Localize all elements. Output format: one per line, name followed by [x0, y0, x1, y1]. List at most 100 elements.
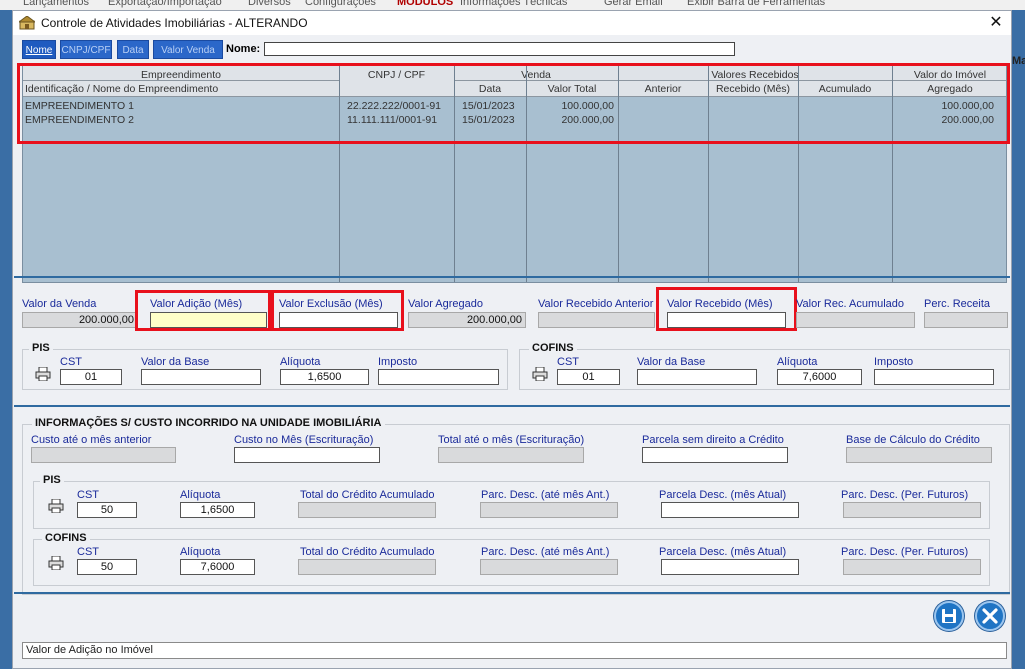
custo-pis-aliquota-label: Alíquota: [180, 489, 221, 501]
custo-cofins-cst-label: CST: [77, 546, 99, 558]
highlight-box-recebido: [656, 287, 797, 331]
custo-pis-parc-fut-label: Parc. Desc. (Per. Futuros): [841, 489, 969, 501]
bg-menu-item: Configurações: [305, 0, 376, 8]
custo-pis-parc-atual-label: Parcela Desc. (mês Atual): [659, 489, 787, 501]
custo-anterior-field[interactable]: [31, 447, 176, 463]
cofins-cst-label: CST: [557, 356, 579, 368]
printer-icon[interactable]: [48, 556, 64, 570]
custo-cofins-parc-ant-field[interactable]: [480, 559, 618, 575]
dialog-window: Controle de Atividades Imobiliárias - AL…: [12, 10, 1012, 669]
highlight-box-exclusao: [271, 290, 404, 331]
title-bar: Controle de Atividades Imobiliárias - AL…: [13, 11, 1011, 35]
custo-pis-total-label: Total do Crédito Acumulado: [300, 489, 435, 501]
custo-pis-parc-atual-field[interactable]: [661, 502, 799, 518]
valor-recebido-anterior-field[interactable]: [538, 312, 655, 328]
label-perc-receita: Perc. Receita: [924, 298, 991, 310]
pis-imposto-field[interactable]: [378, 369, 499, 385]
custo-cofins-aliquota-field[interactable]: [180, 559, 255, 575]
custo-cofins-parc-fut-label: Parc. Desc. (Per. Futuros): [841, 546, 969, 558]
pis-base-field[interactable]: [141, 369, 261, 385]
pis-base-label: Valor da Base: [141, 356, 210, 368]
base-calculo-field[interactable]: [846, 447, 992, 463]
background-menu-bar: Lançamentos Exportação/Importação Divers…: [0, 0, 1025, 10]
section-separator: [14, 592, 1010, 594]
perc-receita-field[interactable]: [924, 312, 1008, 328]
pis-title: PIS: [29, 342, 53, 354]
printer-icon[interactable]: [532, 367, 548, 381]
cofins-base-field[interactable]: [637, 369, 757, 385]
tab-nome[interactable]: Nome: [22, 40, 56, 59]
label-valor-agregado: Valor Agregado: [408, 298, 484, 310]
tab-data[interactable]: Data: [117, 40, 149, 59]
custo-pis-parc-ant-label: Parc. Desc. (até mês Ant.): [481, 489, 610, 501]
valor-agregado-field[interactable]: [408, 312, 526, 328]
pis-aliquota-field[interactable]: [280, 369, 369, 385]
custo-pis-cst-field[interactable]: [77, 502, 137, 518]
tab-valor-venda[interactable]: Valor Venda: [153, 40, 223, 59]
highlight-box-grid: [17, 63, 1010, 144]
background-fragment: Ma: [1012, 55, 1025, 67]
label-valor-recebido-anterior: Valor Recebido Anterior: [538, 298, 654, 310]
bg-menu-item: Exportação/Importação: [108, 0, 222, 8]
cofins-aliquota-field[interactable]: [777, 369, 862, 385]
floppy-icon: [942, 609, 956, 623]
highlight-box-adicao: [135, 290, 271, 331]
custo-cofins-aliquota-label: Alíquota: [180, 546, 221, 558]
section-separator: [14, 276, 1010, 278]
cofins-aliquota-label: Alíquota: [777, 356, 818, 368]
custo-cofins-total-field[interactable]: [298, 559, 436, 575]
section-separator: [14, 405, 1010, 407]
search-label: Nome:: [226, 43, 261, 55]
cancel-button[interactable]: [975, 601, 1005, 631]
bg-menu-item: Exibir Barra de Ferramentas: [687, 0, 826, 8]
custo-pis-parc-ant-field[interactable]: [480, 502, 618, 518]
screen: Lançamentos Exportação/Importação Divers…: [0, 0, 1025, 669]
valor-rec-acumulado-field[interactable]: [796, 312, 915, 328]
tab-cnpj-cpf[interactable]: CNPJ/CPF: [60, 40, 112, 59]
cofins-title: COFINS: [529, 342, 577, 354]
total-mes-label: Total até o mês (Escrituração): [438, 434, 585, 446]
custo-pis-cst-label: CST: [77, 489, 99, 501]
custo-cofins-parc-atual-label: Parcela Desc. (mês Atual): [659, 546, 787, 558]
save-button[interactable]: [934, 601, 964, 631]
label-valor-rec-acumulado: Valor Rec. Acumulado: [796, 298, 905, 310]
bg-menu-item: MÓDULOS: [397, 0, 454, 8]
search-input[interactable]: [264, 42, 735, 56]
custo-mes-field[interactable]: [234, 447, 380, 463]
base-calculo-label: Base de Cálculo do Crédito: [846, 434, 980, 446]
cofins-imposto-label: Imposto: [874, 356, 914, 368]
custo-cofins-parc-ant-label: Parc. Desc. (até mês Ant.): [481, 546, 610, 558]
bg-menu-item: Diversos: [248, 0, 291, 8]
window-title: Controle de Atividades Imobiliárias - AL…: [41, 16, 308, 30]
bg-menu-item: Informações Técnicas: [460, 0, 568, 8]
custo-cofins-parc-atual-field[interactable]: [661, 559, 799, 575]
custo-title: INFORMAÇÕES S/ CUSTO INCORRIDO NA UNIDAD…: [32, 417, 385, 429]
pis-aliquota-label: Alíquota: [280, 356, 321, 368]
custo-pis-title: PIS: [40, 474, 64, 486]
status-bar: Valor de Adição no Imóvel: [22, 642, 1007, 659]
pis-cst-field[interactable]: [60, 369, 122, 385]
total-mes-field[interactable]: [438, 447, 584, 463]
bg-menu-item: Lançamentos: [23, 0, 90, 8]
custo-cofins-cst-field[interactable]: [77, 559, 137, 575]
bg-menu-item: Gerar Email: [604, 0, 663, 8]
pis-cst-label: CST: [60, 356, 82, 368]
close-icon: [982, 608, 998, 624]
pis-imposto-label: Imposto: [378, 356, 418, 368]
label-valor-venda: Valor da Venda: [22, 298, 97, 310]
close-button[interactable]: ✕: [985, 13, 1007, 33]
printer-icon[interactable]: [35, 367, 51, 381]
cofins-imposto-field[interactable]: [874, 369, 994, 385]
app-icon: [19, 16, 35, 30]
custo-cofins-title: COFINS: [42, 532, 90, 544]
custo-pis-parc-fut-field[interactable]: [843, 502, 981, 518]
cofins-cst-field[interactable]: [557, 369, 620, 385]
parcela-sem-direito-label: Parcela sem direito a Crédito: [642, 434, 784, 446]
custo-pis-aliquota-field[interactable]: [180, 502, 255, 518]
printer-icon[interactable]: [48, 499, 64, 513]
custo-mes-label: Custo no Mês (Escrituração): [234, 434, 374, 446]
valor-venda-field[interactable]: [22, 312, 138, 328]
parcela-sem-direito-field[interactable]: [642, 447, 788, 463]
custo-pis-total-field[interactable]: [298, 502, 436, 518]
custo-cofins-parc-fut-field[interactable]: [843, 559, 981, 575]
